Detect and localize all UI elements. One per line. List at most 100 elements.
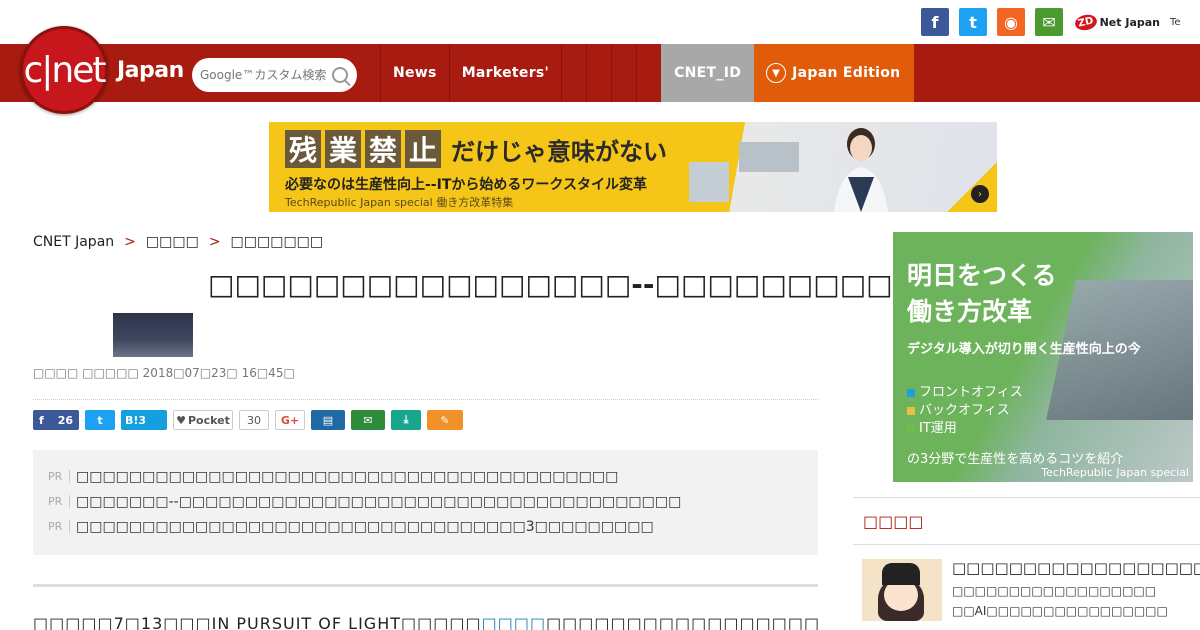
nav-item-empty-4[interactable] xyxy=(636,44,661,102)
pr-link[interactable]: PR □□□□□□□□□□□□□□□□□□□□□□□□□□□□□□□□□□□□□… xyxy=(48,464,803,489)
nav-item-news[interactable]: News xyxy=(380,44,449,102)
divider xyxy=(33,584,818,587)
pocket-icon: ♥ xyxy=(176,413,186,427)
banner-kanji-2: 業 xyxy=(325,130,362,168)
sidebar-item-desc: □□□□□□□□□□□□□□□□□□ xyxy=(952,584,1157,598)
download-icon: ⤓ xyxy=(403,413,409,426)
main-navbar: c|net Japan News Marketers' CNET_ID ▼ Ja… xyxy=(0,26,1200,114)
article-body-first-line: □□□□□7□13□□□IN PURSUIT OF LIGHT□□□□□□□□□… xyxy=(33,614,818,630)
cnet-logo[interactable]: c|net xyxy=(20,26,108,114)
email-share-button[interactable]: ✉ xyxy=(351,410,385,430)
breadcrumb-home[interactable]: CNET Japan xyxy=(33,234,114,250)
mail-icon[interactable]: ✉ xyxy=(1035,8,1064,36)
nav-item-empty-1[interactable] xyxy=(561,44,586,102)
body-text: □□□□□□□□□□□□□□□□□□□□□□□□□□□□ xyxy=(546,614,818,630)
clip-icon: ✎ xyxy=(440,413,450,427)
sidebar-ad-footer: の3分野で生産性を高めるコツを紹介 xyxy=(907,452,1124,467)
print-icon: ▤ xyxy=(322,413,334,427)
edition-label: Japan Edition xyxy=(792,65,901,81)
zdnet-japan-link[interactable]: ZD Net Japan xyxy=(1073,12,1160,32)
edition-selector[interactable]: ▼ Japan Edition xyxy=(754,44,915,102)
square-bullet-icon xyxy=(907,389,915,397)
pr-tag: PR xyxy=(48,495,70,508)
pr-link-text[interactable]: □□□□□□□□□□□□□□□□□□□□□□□□□□□□□□□□□□3□□□□□… xyxy=(76,519,654,535)
top-banner-ad[interactable]: 残 業 禁 止 だけじゃ意味がない 必要なのは生産性向上--ITから始めるワーク… xyxy=(269,122,997,212)
pr-link-text[interactable]: □□□□□□□□□□□□□□□□□□□□□□□□□□□□□□□□□□□□□□□□… xyxy=(76,469,618,485)
pr-link[interactable]: PR □□□□□□□□□□□□□□□□□□□□□□□□□□□□□□□□□□3□□… xyxy=(48,514,803,539)
banner-footer: TechRepublic Japan special 働き方改革特集 xyxy=(285,196,514,209)
sidebar-ad-list-item: フロントオフィス xyxy=(907,384,1023,402)
facebook-share-count: 26 xyxy=(57,413,73,427)
body-link[interactable]: □□□□ xyxy=(482,614,546,630)
sidebar-ad-title-line1: 明日をつくる xyxy=(907,261,1057,290)
nav-item-empty-2[interactable] xyxy=(586,44,611,102)
nav-item-empty-3[interactable] xyxy=(611,44,636,102)
save-button[interactable]: ⤓ xyxy=(391,410,421,430)
banner-subline: 必要なのは生産性向上--ITから始めるワークスタイル変革 xyxy=(285,177,647,193)
twitter-icon[interactable]: t xyxy=(959,8,988,36)
sidebar-ad-list: フロントオフィス バックオフィス IT運用 xyxy=(907,384,1023,438)
list-item-label: バックオフィス xyxy=(919,403,1010,418)
pocket-count: 30 xyxy=(239,410,269,430)
facebook-icon: f xyxy=(39,413,44,427)
businesswoman-photo xyxy=(834,128,888,212)
breadcrumb-level2[interactable]: □□□□□□□ xyxy=(231,234,324,250)
pr-link[interactable]: PR □□□□□□□--□□□□□□□□□□□□□□□□□□□□□□□□□□□□… xyxy=(48,489,803,514)
chevron-down-icon: ▼ xyxy=(766,63,787,83)
google-plus-button[interactable]: G+ xyxy=(275,410,305,430)
share-bar: f 26 t B!3 ♥ Pocket 30 G+ ▤ ✉ ⤓ ✎ xyxy=(33,410,463,430)
pocket-button[interactable]: ♥ Pocket xyxy=(173,410,233,430)
zdnet-logo-icon: ZD xyxy=(1073,12,1098,32)
sidebar-ad-list-item: IT運用 xyxy=(907,420,1023,438)
logo-japan-label[interactable]: Japan xyxy=(117,58,184,83)
sidebar-item-thumbnail xyxy=(862,559,942,621)
breadcrumb-separator: > xyxy=(124,234,136,250)
office-photo-desk xyxy=(739,142,799,172)
social-links: f t ◉ ✉ ZD Net Japan Te xyxy=(921,8,1200,36)
sidebar-item-desc: □□AI□□□□□□□□□□□□□□□□ xyxy=(952,604,1168,618)
sidebar-ad-subtitle: デジタル導入が切り開く生産性向上の今 xyxy=(907,342,1141,357)
hatena-bookmark-button[interactable]: B!3 xyxy=(121,410,167,430)
banner-kanji-3: 禁 xyxy=(365,130,402,168)
breadcrumb-separator: > xyxy=(208,234,221,250)
body-text: □□□□□7□13□□□IN PURSUIT OF LIGHT□□□□□ xyxy=(33,614,482,630)
search-input[interactable] xyxy=(200,68,328,82)
sidebar-ad-title: 明日をつくる 働き方改革 xyxy=(907,258,1057,330)
facebook-icon[interactable]: f xyxy=(921,8,950,36)
techrepublic-link[interactable]: Te xyxy=(1170,17,1200,28)
list-item-label: IT運用 xyxy=(919,421,957,436)
list-item-label: フロントオフィス xyxy=(919,385,1023,400)
facebook-share-button[interactable]: f 26 xyxy=(33,410,79,430)
sidebar-section-heading: □□□□ xyxy=(853,497,1200,545)
sidebar-ad-brand: TechRepublic Japan special xyxy=(1041,466,1189,479)
clip-button[interactable]: ✎ xyxy=(427,410,463,430)
pr-links-box: PR □□□□□□□□□□□□□□□□□□□□□□□□□□□□□□□□□□□□□… xyxy=(33,450,818,555)
search-icon[interactable] xyxy=(332,67,348,83)
zdnet-label: Net Japan xyxy=(1099,15,1160,29)
breadcrumb: CNET Japan > □□□□ > □□□□□□□ xyxy=(33,234,323,250)
sidebar-item-text: □□□□□□□□□□□□□□□□□□ □□□□□□□□□□□□□□□□□□ □□… xyxy=(952,559,1200,621)
rss-icon[interactable]: ◉ xyxy=(997,8,1026,36)
breadcrumb-level1[interactable]: □□□□ xyxy=(146,234,199,250)
banner-corner xyxy=(947,162,997,212)
banner-headline-rest: だけじゃ意味がない xyxy=(451,137,668,166)
sidebar-item[interactable]: □□□□□□□□□□□□□□□□□□ □□□□□□□□□□□□□□□□□□ □□… xyxy=(862,559,1200,621)
banner-kanji-4: 止 xyxy=(405,130,442,168)
sidebar-ad-title-line2: 働き方改革 xyxy=(907,297,1033,326)
pr-link-text[interactable]: □□□□□□□--□□□□□□□□□□□□□□□□□□□□□□□□□□□□□□□… xyxy=(76,494,681,510)
office-photo-desk xyxy=(689,162,729,202)
nav-item-marketers[interactable]: Marketers' xyxy=(448,44,561,102)
banner-headline: 残 業 禁 止 だけじゃ意味がない xyxy=(285,130,667,168)
nav-items: News Marketers' CNET_ID ▼ Japan Edition xyxy=(380,44,915,102)
mail-icon: ✉ xyxy=(363,413,373,427)
sidebar-ad[interactable]: 明日をつくる 働き方改革 デジタル導入が切り開く生産性向上の今 フロントオフィス… xyxy=(893,232,1193,482)
square-bullet-icon xyxy=(907,407,915,415)
arrow-right-icon[interactable]: › xyxy=(971,185,989,203)
print-button[interactable]: ▤ xyxy=(311,410,345,430)
nav-item-cnet-id[interactable]: CNET_ID xyxy=(661,44,755,102)
search-box xyxy=(192,58,357,92)
banner-kanji-1: 残 xyxy=(285,130,322,168)
sidebar-heading-label: □□□□ xyxy=(863,512,924,531)
twitter-share-button[interactable]: t xyxy=(85,410,115,430)
sidebar-item-title[interactable]: □□□□□□□□□□□□□□□□□□ xyxy=(952,559,1200,577)
